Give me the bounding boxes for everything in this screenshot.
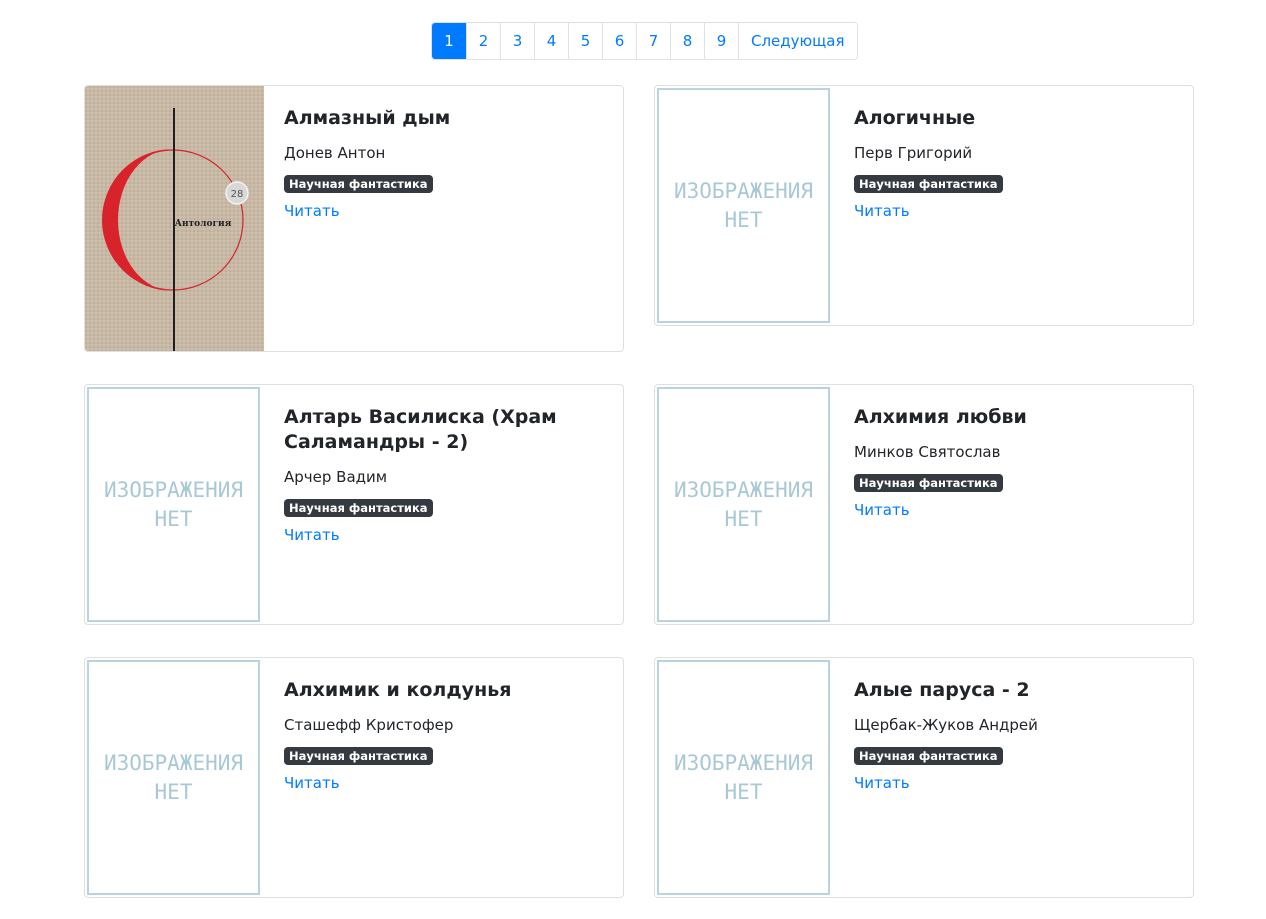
no-image-text: НЕТ [724,779,763,804]
no-image-text: НЕТ [154,506,193,531]
book-cover-placeholder[interactable]: ИЗОБРАЖЕНИЯ НЕТ [85,385,264,624]
page-1-button[interactable]: 1 [432,23,466,59]
book-title: Алмазный дым [284,107,451,129]
no-image-text: НЕТ [154,779,193,804]
cover-badge-number: 28 [231,189,244,200]
page-8-button[interactable]: 8 [670,23,704,59]
genre-badge: Научная фантастика [854,747,1003,765]
genre-badge: Научная фантастика [284,175,433,193]
read-link[interactable]: Читать [854,773,1177,793]
read-link[interactable]: Читать [284,773,607,793]
book-title: Алтарь Василиска (Храм Саламандры - 2) [284,406,557,453]
book-author: Минков Святослав [854,443,1001,461]
page-5-button[interactable]: 5 [568,23,602,59]
no-image-text: ИЗОБРАЖЕНИЯ [103,477,244,502]
no-image-text: ИЗОБРАЖЕНИЯ [673,178,814,203]
no-image-text: НЕТ [724,207,763,232]
no-image-text: ИЗОБРАЖЕНИЯ [103,750,244,775]
no-image-text: ИЗОБРАЖЕНИЯ [673,750,814,775]
book-card: ИЗОБРАЖЕНИЯ НЕТ Алтарь Василиска (Храм С… [84,384,624,625]
book-author: Щербак-Жуков Андрей [854,716,1038,734]
page-6-button[interactable]: 6 [602,23,636,59]
book-title: Алогичные [854,107,976,129]
pagination: 1 2 3 4 5 6 7 8 9 Следующая [431,22,858,60]
book-author: Донев Антон [284,144,386,162]
book-cover-placeholder[interactable]: ИЗОБРАЖЕНИЯ НЕТ [655,385,834,624]
book-title: Алхимия любви [854,406,1027,428]
book-title: Алые паруса - 2 [854,679,1030,701]
book-card: 28 Антология Алмазный дым Донев Антон На… [84,85,624,352]
genre-badge: Научная фантастика [854,175,1003,193]
genre-badge: Научная фантастика [284,747,433,765]
cover-title-text: Антология [175,219,232,229]
book-card: ИЗОБРАЖЕНИЯ НЕТ Алогичные Перв Григорий … [654,85,1194,326]
book-author: Арчер Вадим [284,468,388,486]
book-title: Алхимик и колдунья [284,679,512,701]
read-link[interactable]: Читать [284,525,607,545]
read-link[interactable]: Читать [854,201,1177,221]
book-author: Сташефф Кристофер [284,716,454,734]
page-9-button[interactable]: 9 [704,23,738,59]
page-4-button[interactable]: 4 [534,23,568,59]
read-link[interactable]: Читать [284,201,607,221]
page-7-button[interactable]: 7 [636,23,670,59]
book-card: ИЗОБРАЖЕНИЯ НЕТ Алые паруса - 2 Щербак-Ж… [654,657,1194,898]
book-cover-placeholder[interactable]: ИЗОБРАЖЕНИЯ НЕТ [655,86,834,325]
no-image-text: НЕТ [724,506,763,531]
no-image-text: ИЗОБРАЖЕНИЯ [673,477,814,502]
genre-badge: Научная фантастика [284,499,433,517]
book-cover-placeholder[interactable]: ИЗОБРАЖЕНИЯ НЕТ [655,658,834,897]
book-card: ИЗОБРАЖЕНИЯ НЕТ Алхимик и колдунья Сташе… [84,657,624,898]
page-3-button[interactable]: 3 [500,23,534,59]
page-2-button[interactable]: 2 [466,23,500,59]
book-cover-image[interactable]: 28 Антология [85,86,264,351]
book-card: ИЗОБРАЖЕНИЯ НЕТ Алхимия любви Минков Свя… [654,384,1194,625]
next-page-button[interactable]: Следующая [738,23,857,59]
book-author: Перв Григорий [854,144,973,162]
genre-badge: Научная фантастика [854,474,1003,492]
read-link[interactable]: Читать [854,500,1177,520]
book-cover-placeholder[interactable]: ИЗОБРАЖЕНИЯ НЕТ [85,658,264,897]
